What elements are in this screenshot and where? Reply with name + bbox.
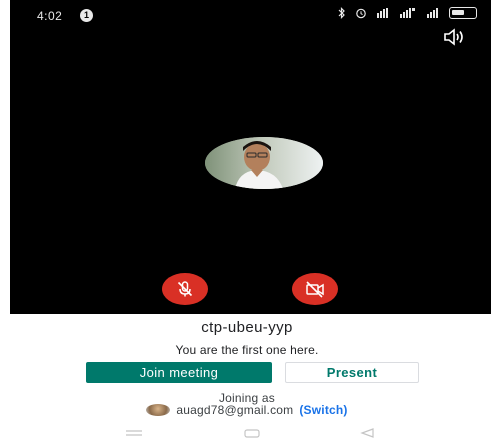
meet-prejoin-screen: 4:02 1 ctp-ubeu-yyp You are the first on…	[0, 0, 494, 441]
status-bar: 4:02 1	[10, 0, 491, 30]
present-button[interactable]: Present	[285, 362, 419, 383]
meeting-code: ctp-ubeu-yyp	[201, 319, 293, 336]
user-avatar	[205, 137, 323, 189]
battery-icon	[449, 7, 477, 19]
mic-off-icon	[177, 281, 193, 297]
back-icon[interactable]	[360, 428, 374, 438]
alarm-icon	[356, 8, 366, 19]
account-avatar	[146, 404, 171, 416]
video-preview: 4:02 1	[10, 0, 491, 314]
camera-toggle-button[interactable]	[292, 273, 338, 305]
signal-icon	[400, 8, 415, 18]
status-icons	[338, 7, 477, 19]
camera-off-icon	[306, 281, 324, 298]
bluetooth-icon	[338, 7, 345, 19]
first-one-message: You are the first one here.	[175, 343, 319, 357]
account-email: auagd78@gmail.com	[176, 403, 294, 417]
switch-account-link[interactable]: (Switch)	[299, 403, 347, 417]
recents-icon[interactable]	[125, 430, 143, 436]
vibrate-icon	[377, 8, 388, 18]
mic-toggle-button[interactable]	[162, 273, 208, 305]
navigation-bar	[0, 424, 494, 441]
home-icon[interactable]	[244, 429, 260, 438]
status-time: 4:02	[37, 9, 63, 23]
wifi-icon	[427, 8, 438, 18]
speaker-icon[interactable]	[443, 28, 465, 46]
notification-badge: 1	[80, 9, 93, 22]
join-meeting-button[interactable]: Join meeting	[86, 362, 272, 383]
account-row: auagd78@gmail.com (Switch)	[0, 403, 494, 417]
